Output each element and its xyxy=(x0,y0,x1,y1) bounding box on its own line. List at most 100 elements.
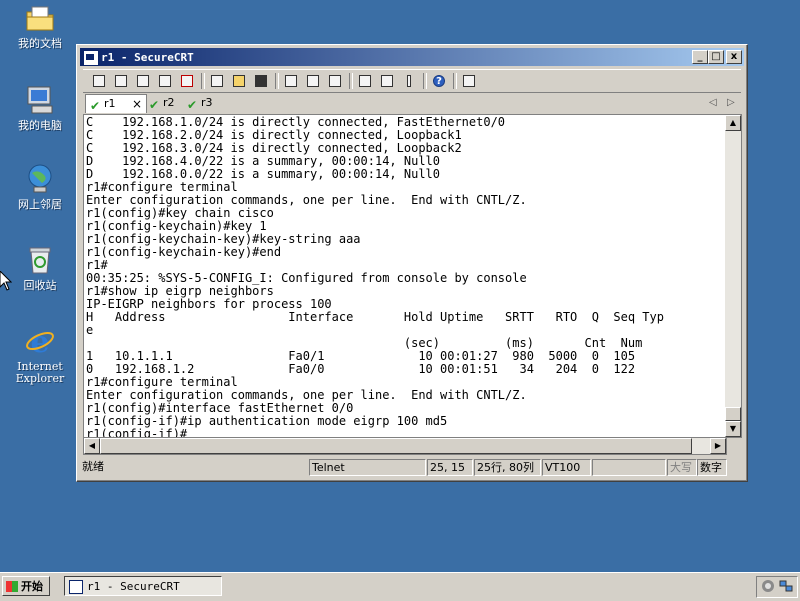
terminal-line: r1(config-keychain)#key 1 xyxy=(86,219,267,233)
desktop-icon-label: Internet Explorer xyxy=(15,360,65,385)
terminal-line: r1(config-if)#ip authentication mode eig… xyxy=(86,414,448,428)
connect-tab-icon[interactable] xyxy=(135,73,151,89)
taskbar-item-securecrt[interactable]: r1 - SecureCRT xyxy=(64,576,222,596)
start-button[interactable]: 开始 xyxy=(2,576,50,596)
tab-r2[interactable]: ✔ r2 xyxy=(145,94,185,112)
horizontal-scrollbar[interactable]: ◀ ▶ xyxy=(83,437,727,455)
scroll-right-button[interactable]: ▶ xyxy=(710,438,726,454)
desktop-icon-my-documents[interactable]: 我的文档 xyxy=(2,2,78,50)
terminal-line: r1#configure terminal xyxy=(86,180,238,194)
session-options-icon[interactable] xyxy=(357,73,373,89)
terminal-line: (sec) (ms) Cnt Num xyxy=(86,336,643,350)
tab-r3[interactable]: ✔ r3 xyxy=(183,94,223,112)
terminal-area[interactable]: C 192.168.1.0/24 is directly connected, … xyxy=(83,114,726,438)
terminal-line: r1(config)#interface fastEthernet 0/0 xyxy=(86,401,354,415)
terminal-line: r1# xyxy=(86,258,108,272)
terminal-line: D 192.168.0.0/22 is a summary, 00:00:14,… xyxy=(86,167,441,181)
tray-network-icon[interactable] xyxy=(779,579,793,593)
desktop-icon-network-places[interactable]: 网上邻居 xyxy=(2,163,78,211)
internet-explorer-icon: e xyxy=(24,325,56,360)
desktop-icon-my-computer[interactable]: 我的电脑 xyxy=(2,84,78,132)
tab-label: r2 xyxy=(163,96,175,109)
taskbar: 开始 r1 - SecureCRT xyxy=(0,572,800,601)
print-screen-icon[interactable] xyxy=(327,73,343,89)
status-cursor: 25, 15 xyxy=(427,459,473,476)
terminal-line: r1(config)#key chain cisco xyxy=(86,206,274,220)
terminal-line: H Address Interface Hold Uptime SRTT RTO… xyxy=(86,310,664,324)
terminal-line: r1(config-keychain-key)#key-string aaa xyxy=(86,232,361,246)
status-size: 25行, 80列 xyxy=(474,459,541,476)
status-caps: 大写 xyxy=(667,459,697,476)
status-bar: 就绪 Telnet 25, 15 25行, 80列 VT100 大写 数字 xyxy=(80,458,744,476)
window-title: r1 - SecureCRT xyxy=(101,51,194,64)
tab-close-button[interactable]: × xyxy=(132,95,142,113)
vertical-scrollbar[interactable]: ▲ ▼ xyxy=(725,114,742,438)
connected-check-icon: ✔ xyxy=(90,99,101,113)
quick-connect-icon[interactable] xyxy=(113,73,129,89)
terminal-line: D 192.168.4.0/22 is a summary, 00:00:14,… xyxy=(86,154,441,168)
reconnect-icon[interactable] xyxy=(157,73,173,89)
status-ready: 就绪 xyxy=(82,460,104,473)
terminal-line: C 192.168.2.0/24 is directly connected, … xyxy=(86,128,462,142)
terminal-line: 00:35:25: %SYS-5-CONFIG_I: Configured fr… xyxy=(86,271,527,285)
app-icon xyxy=(83,50,99,66)
tray-speaker-icon[interactable] xyxy=(761,579,775,593)
key-icon[interactable] xyxy=(401,73,417,89)
minimize-button[interactable]: _ xyxy=(692,50,708,64)
terminal-line: C 192.168.3.0/24 is directly connected, … xyxy=(86,141,462,155)
desktop-icon-label: 网上邻居 xyxy=(18,198,62,211)
scroll-up-button[interactable]: ▲ xyxy=(725,115,741,131)
tab-scroll-right-button[interactable]: ▷ xyxy=(727,94,735,112)
paste-icon[interactable] xyxy=(231,73,247,89)
maximize-button[interactable]: □ xyxy=(708,50,724,64)
toolbar-separator xyxy=(453,73,457,89)
terminal-line: Enter configuration commands, one per li… xyxy=(86,193,527,207)
tab-label: r3 xyxy=(201,96,213,109)
desktop-icon-internet-explorer[interactable]: e Internet Explorer xyxy=(2,325,78,385)
terminal-line: e xyxy=(86,323,94,337)
network-places-icon xyxy=(24,163,56,195)
terminal-line: r1(config-keychain-key)#end xyxy=(86,245,282,259)
app-icon xyxy=(69,580,83,594)
status-blank xyxy=(592,459,666,476)
my-computer-icon xyxy=(24,84,56,116)
desktop-icon-label: 回收站 xyxy=(23,279,57,292)
session-tabs: ✔ r1 × ✔ r2 ✔ r3 ◁ ▷ xyxy=(83,94,741,113)
print-selection-icon[interactable] xyxy=(305,73,321,89)
help-icon[interactable]: ? xyxy=(431,73,447,89)
taskbar-item-label: r1 - SecureCRT xyxy=(87,580,180,593)
recycle-bin-icon xyxy=(24,244,56,276)
desktop-icon-recycle-bin[interactable]: 回收站 xyxy=(2,244,78,292)
find-icon[interactable] xyxy=(253,73,269,89)
terminal-line: 1 10.1.1.1 Fa0/1 10 00:01:27 980 5000 0 … xyxy=(86,349,636,363)
print-icon[interactable] xyxy=(283,73,299,89)
scroll-thumb[interactable] xyxy=(725,407,741,421)
securecrt-window: r1 - SecureCRT _ □ x ? ✔ r1 × ✔ r2 ✔ r3 … xyxy=(76,44,748,482)
keymap-icon[interactable] xyxy=(461,73,477,89)
window-titlebar[interactable]: r1 - SecureCRT _ □ x xyxy=(80,48,744,66)
status-protocol: Telnet xyxy=(309,459,426,476)
close-button[interactable]: x xyxy=(726,50,742,64)
connected-check-icon: ✔ xyxy=(149,98,160,112)
toolbar-separator xyxy=(275,73,279,89)
disconnect-icon[interactable] xyxy=(179,73,195,89)
copy-icon[interactable] xyxy=(209,73,225,89)
windows-flag-icon xyxy=(6,581,18,592)
global-options-icon[interactable] xyxy=(379,73,395,89)
tab-r1[interactable]: ✔ r1 × xyxy=(85,94,147,113)
desktop-icon-label: 我的文档 xyxy=(18,37,62,50)
connect-icon[interactable] xyxy=(91,73,107,89)
tab-scroll-left-button[interactable]: ◁ xyxy=(709,94,717,112)
toolbar-separator xyxy=(349,73,353,89)
terminal-line: C 192.168.1.0/24 is directly connected, … xyxy=(86,115,506,129)
scroll-down-button[interactable]: ▼ xyxy=(725,421,741,437)
status-num: 数字 xyxy=(697,459,727,476)
start-label: 开始 xyxy=(21,580,43,593)
system-tray xyxy=(756,576,798,598)
scroll-left-button[interactable]: ◀ xyxy=(84,438,100,454)
my-documents-icon xyxy=(24,2,56,34)
scroll-thumb-horizontal[interactable] xyxy=(100,438,692,454)
terminal-output: C 192.168.1.0/24 is directly connected, … xyxy=(84,115,726,438)
terminal-line: 0 192.168.1.2 Fa0/0 10 00:01:51 34 204 0… xyxy=(86,362,636,376)
mouse-pointer-icon xyxy=(0,271,12,291)
